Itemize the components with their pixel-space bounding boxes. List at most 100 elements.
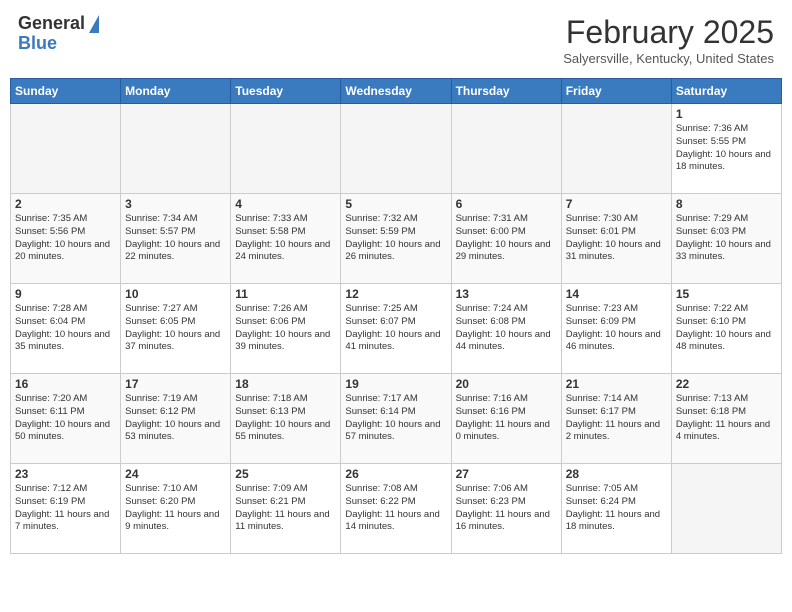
location: Salyersville, Kentucky, United States bbox=[563, 51, 774, 66]
calendar-cell: 20Sunrise: 7:16 AMSunset: 6:16 PMDayligh… bbox=[451, 374, 561, 464]
day-info: Sunrise: 7:33 AMSunset: 5:58 PMDaylight:… bbox=[235, 213, 336, 264]
weekday-header-thursday: Thursday bbox=[451, 79, 561, 104]
day-number: 17 bbox=[125, 377, 226, 391]
calendar-week-2: 2 Sunrise: 7:35 AMSunset: 5:56 PMDaylight… bbox=[11, 194, 782, 284]
calendar-cell: 18Sunrise: 7:18 AMSunset: 6:13 PMDayligh… bbox=[231, 374, 341, 464]
day-number: 19 bbox=[345, 377, 446, 391]
day-info: Sunrise: 7:30 AMSunset: 6:01 PMDaylight:… bbox=[566, 213, 667, 264]
calendar-cell: 28 Sunrise: 7:05 AMSunset: 6:24 PMDayligh… bbox=[561, 464, 671, 554]
logo-blue-text: Blue bbox=[18, 34, 57, 54]
day-number: 13 bbox=[456, 287, 557, 301]
day-number: 18 bbox=[235, 377, 336, 391]
calendar-cell: 4 Sunrise: 7:33 AMSunset: 5:58 PMDaylight… bbox=[231, 194, 341, 284]
day-info: Sunrise: 7:36 AMSunset: 5:55 PMDaylight:… bbox=[676, 123, 777, 174]
day-info: Sunrise: 7:09 AMSunset: 6:21 PMDaylight:… bbox=[235, 483, 336, 534]
day-info: Sunrise: 7:24 AMSunset: 6:08 PMDaylight:… bbox=[456, 303, 557, 354]
logo-general-text: General bbox=[18, 14, 85, 34]
day-info: Sunrise: 7:05 AMSunset: 6:24 PMDaylight:… bbox=[566, 483, 667, 534]
calendar-cell: 15Sunrise: 7:22 AMSunset: 6:10 PMDayligh… bbox=[671, 284, 781, 374]
day-info: Sunrise: 7:35 AMSunset: 5:56 PMDaylight:… bbox=[15, 213, 116, 264]
day-number: 6 bbox=[456, 197, 557, 211]
weekday-header-wednesday: Wednesday bbox=[341, 79, 451, 104]
calendar-cell: 27 Sunrise: 7:06 AMSunset: 6:23 PMDayligh… bbox=[451, 464, 561, 554]
month-title: February 2025 bbox=[563, 14, 774, 51]
day-info: Sunrise: 7:28 AMSunset: 6:04 PMDaylight:… bbox=[15, 303, 116, 354]
day-number: 9 bbox=[15, 287, 116, 301]
calendar-cell: 9 Sunrise: 7:28 AMSunset: 6:04 PMDaylight… bbox=[11, 284, 121, 374]
day-number: 4 bbox=[235, 197, 336, 211]
calendar-cell: 25 Sunrise: 7:09 AMSunset: 6:21 PMDayligh… bbox=[231, 464, 341, 554]
day-number: 23 bbox=[15, 467, 116, 481]
calendar-cell bbox=[451, 104, 561, 194]
calendar-table: SundayMondayTuesdayWednesdayThursdayFrid… bbox=[10, 78, 782, 554]
day-number: 21 bbox=[566, 377, 667, 391]
day-number: 3 bbox=[125, 197, 226, 211]
day-info: Sunrise: 7:32 AMSunset: 5:59 PMDaylight:… bbox=[345, 213, 446, 264]
calendar-cell: 10 Sunrise: 7:27 AMSunset: 6:05 PMDayligh… bbox=[121, 284, 231, 374]
day-number: 1 bbox=[676, 107, 777, 121]
calendar-week-4: 16 Sunrise: 7:20 AMSunset: 6:11 PMDayligh… bbox=[11, 374, 782, 464]
day-info: Sunrise: 7:19 AMSunset: 6:12 PMDaylight:… bbox=[125, 393, 226, 444]
calendar-cell: 22Sunrise: 7:13 AMSunset: 6:18 PMDayligh… bbox=[671, 374, 781, 464]
weekday-header-friday: Friday bbox=[561, 79, 671, 104]
calendar-cell: 13 Sunrise: 7:24 AMSunset: 6:08 PMDayligh… bbox=[451, 284, 561, 374]
logo-triangle-icon bbox=[89, 15, 99, 33]
calendar-cell bbox=[671, 464, 781, 554]
calendar-cell bbox=[341, 104, 451, 194]
calendar-cell: 5 Sunrise: 7:32 AMSunset: 5:59 PMDaylight… bbox=[341, 194, 451, 284]
calendar-cell bbox=[231, 104, 341, 194]
day-number: 14 bbox=[566, 287, 667, 301]
day-info: Sunrise: 7:10 AMSunset: 6:20 PMDaylight:… bbox=[125, 483, 226, 534]
day-info: Sunrise: 7:14 AMSunset: 6:17 PMDaylight:… bbox=[566, 393, 667, 444]
day-info: Sunrise: 7:26 AMSunset: 6:06 PMDaylight:… bbox=[235, 303, 336, 354]
day-info: Sunrise: 7:20 AMSunset: 6:11 PMDaylight:… bbox=[15, 393, 116, 444]
calendar-cell: 23 Sunrise: 7:12 AMSunset: 6:19 PMDayligh… bbox=[11, 464, 121, 554]
day-number: 25 bbox=[235, 467, 336, 481]
day-number: 10 bbox=[125, 287, 226, 301]
day-info: Sunrise: 7:12 AMSunset: 6:19 PMDaylight:… bbox=[15, 483, 116, 534]
title-area: February 2025 Salyersville, Kentucky, Un… bbox=[563, 14, 774, 66]
day-number: 26 bbox=[345, 467, 446, 481]
calendar-week-5: 23 Sunrise: 7:12 AMSunset: 6:19 PMDayligh… bbox=[11, 464, 782, 554]
calendar-cell: 7 Sunrise: 7:30 AMSunset: 6:01 PMDaylight… bbox=[561, 194, 671, 284]
weekday-header-saturday: Saturday bbox=[671, 79, 781, 104]
calendar-cell: 6 Sunrise: 7:31 AMSunset: 6:00 PMDaylight… bbox=[451, 194, 561, 284]
day-info: Sunrise: 7:27 AMSunset: 6:05 PMDaylight:… bbox=[125, 303, 226, 354]
weekday-header-row: SundayMondayTuesdayWednesdayThursdayFrid… bbox=[11, 79, 782, 104]
calendar-cell bbox=[121, 104, 231, 194]
calendar-cell: 2 Sunrise: 7:35 AMSunset: 5:56 PMDaylight… bbox=[11, 194, 121, 284]
day-number: 12 bbox=[345, 287, 446, 301]
day-info: Sunrise: 7:29 AMSunset: 6:03 PMDaylight:… bbox=[676, 213, 777, 264]
day-number: 27 bbox=[456, 467, 557, 481]
calendar-cell: 14 Sunrise: 7:23 AMSunset: 6:09 PMDayligh… bbox=[561, 284, 671, 374]
calendar-cell: 17 Sunrise: 7:19 AMSunset: 6:12 PMDayligh… bbox=[121, 374, 231, 464]
day-number: 2 bbox=[15, 197, 116, 211]
day-info: Sunrise: 7:16 AMSunset: 6:16 PMDaylight:… bbox=[456, 393, 557, 444]
day-info: Sunrise: 7:17 AMSunset: 6:14 PMDaylight:… bbox=[345, 393, 446, 444]
day-number: 5 bbox=[345, 197, 446, 211]
day-number: 24 bbox=[125, 467, 226, 481]
calendar-cell: 8 Sunrise: 7:29 AMSunset: 6:03 PMDaylight… bbox=[671, 194, 781, 284]
day-info: Sunrise: 7:13 AMSunset: 6:18 PMDaylight:… bbox=[676, 393, 777, 444]
calendar-cell: 11 Sunrise: 7:26 AMSunset: 6:06 PMDayligh… bbox=[231, 284, 341, 374]
day-info: Sunrise: 7:25 AMSunset: 6:07 PMDaylight:… bbox=[345, 303, 446, 354]
day-number: 15 bbox=[676, 287, 777, 301]
logo: General Blue bbox=[18, 14, 99, 54]
day-info: Sunrise: 7:31 AMSunset: 6:00 PMDaylight:… bbox=[456, 213, 557, 264]
calendar-cell: 3 Sunrise: 7:34 AMSunset: 5:57 PMDaylight… bbox=[121, 194, 231, 284]
calendar-week-1: 1 Sunrise: 7:36 AMSunset: 5:55 PMDaylight… bbox=[11, 104, 782, 194]
day-number: 11 bbox=[235, 287, 336, 301]
day-info: Sunrise: 7:08 AMSunset: 6:22 PMDaylight:… bbox=[345, 483, 446, 534]
day-number: 28 bbox=[566, 467, 667, 481]
weekday-header-monday: Monday bbox=[121, 79, 231, 104]
day-info: Sunrise: 7:23 AMSunset: 6:09 PMDaylight:… bbox=[566, 303, 667, 354]
calendar-cell bbox=[561, 104, 671, 194]
day-info: Sunrise: 7:34 AMSunset: 5:57 PMDaylight:… bbox=[125, 213, 226, 264]
calendar-cell: 21 Sunrise: 7:14 AMSunset: 6:17 PMDayligh… bbox=[561, 374, 671, 464]
day-info: Sunrise: 7:06 AMSunset: 6:23 PMDaylight:… bbox=[456, 483, 557, 534]
day-number: 7 bbox=[566, 197, 667, 211]
day-number: 16 bbox=[15, 377, 116, 391]
calendar-cell: 1 Sunrise: 7:36 AMSunset: 5:55 PMDaylight… bbox=[671, 104, 781, 194]
calendar-cell: 12 Sunrise: 7:25 AMSunset: 6:07 PMDayligh… bbox=[341, 284, 451, 374]
day-number: 8 bbox=[676, 197, 777, 211]
